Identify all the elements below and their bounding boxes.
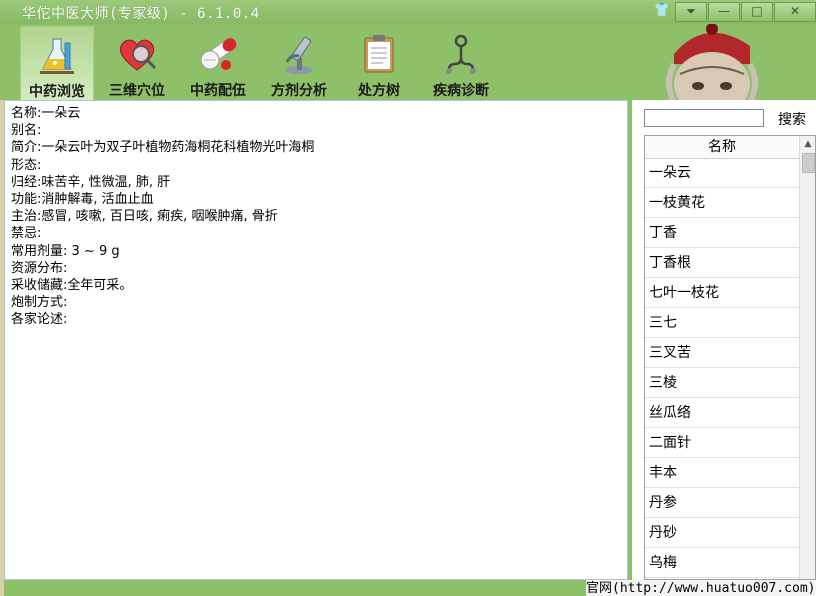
tool-herb-compat[interactable]: 中药配伍	[182, 26, 254, 100]
list-item[interactable]: 丰本	[645, 459, 799, 488]
scroll-up-arrow-icon[interactable]: ▲	[800, 136, 816, 152]
huatuo-portrait	[650, 24, 816, 102]
detail-line-meridian: 归经:味苦辛, 性微温, 肺, 肝	[11, 174, 314, 191]
tool-disease-diagnosis[interactable]: 疾病诊断	[422, 26, 500, 100]
detail-line-contraindication: 禁忌:	[11, 225, 314, 242]
list-item[interactable]: 丁香根	[645, 249, 799, 278]
tool-herb-browse[interactable]: 中药浏览	[20, 26, 94, 102]
title-bar: 华佗中医大师(专家级) - 6.1.0.4 👕 ⏷ — □ ✕	[0, 0, 816, 24]
minimize-button[interactable]: —	[708, 2, 740, 22]
tool-label: 三维穴位	[100, 80, 174, 100]
main-toolbar: 中药浏览 三维穴位 中药配伍 方剂分析	[0, 24, 650, 102]
detail-line-intro: 简介:一朵云叶为双子叶植物药海桐花科植物光叶海桐	[11, 139, 314, 156]
list-item[interactable]: 三棱	[645, 369, 799, 398]
tool-label: 中药配伍	[182, 80, 254, 100]
tool-prescription-tree[interactable]: 处方树	[344, 26, 414, 100]
tool-3d-acupoints[interactable]: 三维穴位	[100, 26, 174, 100]
list-item[interactable]: 二面针	[645, 429, 799, 458]
list-item[interactable]: 三叉苦	[645, 339, 799, 368]
list-item[interactable]: 丹参	[645, 489, 799, 518]
detail-line-discussion: 各家论述:	[11, 311, 314, 328]
detail-line-harvest: 采收储藏:全年可采。	[11, 277, 314, 294]
tool-formula-analysis[interactable]: 方剂分析	[262, 26, 336, 100]
detail-line-dosage: 常用剂量: 3 ~ 9 g	[11, 243, 314, 260]
list-scrollbar[interactable]: ▲	[799, 136, 816, 580]
microscope-icon	[277, 32, 321, 76]
heart-magnifier-icon	[115, 32, 159, 76]
herb-detail-text: 名称:一朵云 别名: 简介:一朵云叶为双子叶植物药海桐花科植物光叶海桐 形态: …	[11, 105, 314, 329]
detail-line-name: 名称:一朵云	[11, 105, 314, 122]
list-item[interactable]: 一枝黄花	[645, 189, 799, 218]
search-input[interactable]	[644, 109, 764, 127]
list-column-header[interactable]: 名称	[645, 136, 799, 159]
detail-line-processing: 炮制方式:	[11, 294, 314, 311]
detail-line-function: 功能:消肿解毒, 活血止血	[11, 191, 314, 208]
menu-button[interactable]: ⏷	[675, 2, 707, 22]
list-item[interactable]: 丁香	[645, 219, 799, 248]
detail-line-alias: 别名:	[11, 122, 314, 139]
list-item[interactable]: 乌梅	[645, 549, 799, 578]
herb-detail-panel[interactable]: 名称:一朵云 别名: 简介:一朵云叶为双子叶植物药海桐花科植物光叶海桐 形态: …	[4, 100, 628, 580]
maximize-button[interactable]: □	[741, 2, 773, 22]
flask-icon	[35, 33, 79, 77]
stethoscope-icon	[439, 32, 483, 76]
clipboard-icon	[357, 32, 401, 76]
scroll-thumb[interactable]	[802, 153, 815, 173]
herb-list[interactable]: 名称 一朵云 一枝黄花 丁香 丁香根 七叶一枝花 三七 三叉苦 三棱 丝瓜络 二…	[644, 135, 816, 580]
list-item[interactable]: 七叶一枝花	[645, 279, 799, 308]
list-item[interactable]: 丝瓜络	[645, 399, 799, 428]
window-title: 华佗中医大师(专家级) - 6.1.0.4	[22, 3, 260, 23]
shirt-icon[interactable]: 👕	[652, 3, 672, 19]
detail-line-morphology: 形态:	[11, 157, 314, 174]
herb-list-panel: 搜索 名称 一朵云 一枝黄花 丁香 丁香根 七叶一枝花 三七 三叉苦 三棱 丝瓜…	[632, 100, 816, 580]
list-item[interactable]: 三七	[645, 309, 799, 338]
detail-line-indication: 主治:感冒, 咳嗽, 百日咳, 痢疾, 咽喉肿痛, 骨折	[11, 208, 314, 225]
close-button[interactable]: ✕	[774, 2, 816, 22]
official-site-link[interactable]: 官网(http://www.huatuo007.com)	[586, 580, 816, 596]
tool-label: 疾病诊断	[422, 80, 500, 100]
tool-label: 方剂分析	[262, 80, 336, 100]
tool-label: 处方树	[344, 80, 414, 100]
tool-label: 中药浏览	[21, 81, 93, 101]
search-button[interactable]: 搜索	[778, 109, 806, 129]
detail-line-distribution: 资源分布:	[11, 260, 314, 277]
list-item[interactable]: 一朵云	[645, 159, 799, 188]
list-item[interactable]: 丹砂	[645, 519, 799, 548]
pills-icon	[196, 32, 240, 76]
